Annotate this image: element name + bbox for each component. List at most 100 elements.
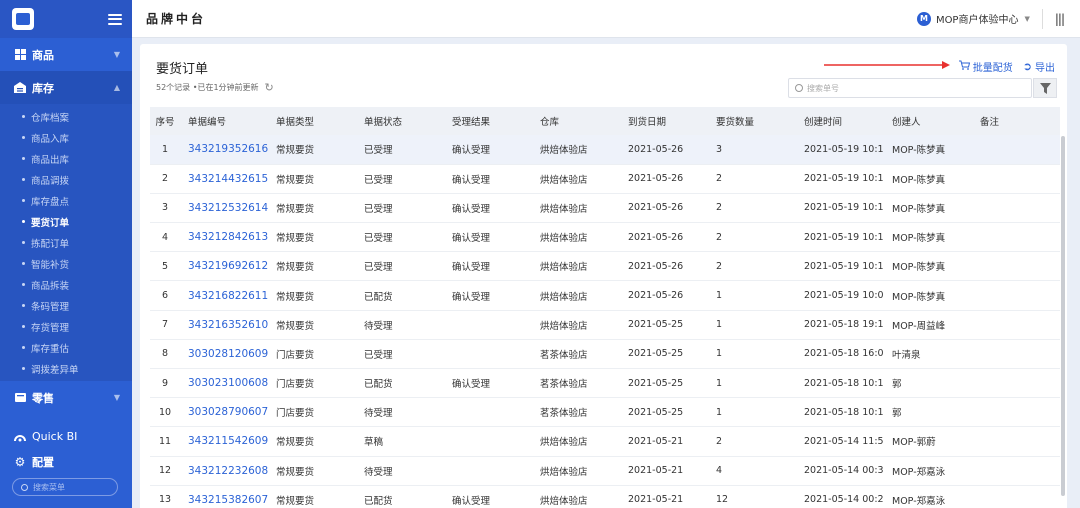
table-row[interactable]: 7 343216352610 常规要货 待受理 烘焙体验店 2021-05-25 1 2021… (150, 310, 1060, 340)
table-row[interactable]: 5 343219692612 常规要货 已受理 确认受理 烘焙体验店 2021-05-26 2… (150, 251, 1060, 282)
order-number-link[interactable]: 343212532614 (180, 193, 268, 224)
order-number-link[interactable]: 303028790607 (180, 397, 268, 428)
table-cell: 12 (708, 485, 796, 508)
column-header: 受理结果 (444, 107, 532, 135)
table-scrollbar[interactable] (1061, 136, 1065, 496)
sidebar-item-label: 仓库档案 (31, 112, 70, 124)
table-row[interactable]: 1 343219352616 常规要货 已受理 确认受理 烘焙体验店 2021-05-26 3… (150, 135, 1060, 165)
sidebar-item-label: 调拨差异单 (31, 364, 79, 376)
table-cell: 2021-05-18 10:10.. (796, 397, 884, 428)
table-row[interactable]: 12 343212232608 常规要货 待受理 烘焙体验店 2021-05-21 4 202… (150, 456, 1060, 486)
order-number-link[interactable]: 343212232608 (180, 456, 268, 486)
sidebar-group-inventory[interactable]: 库存 ▲ (0, 71, 132, 104)
table-cell (972, 426, 1060, 457)
sidebar-item-warehouse-archive[interactable]: 仓库档案 (0, 106, 132, 127)
order-number-link[interactable]: 343216822611 (180, 280, 268, 311)
batch-allocate-button[interactable]: 批量配货 (958, 59, 1013, 74)
sidebar-group-goods[interactable]: 商品 ▼ (0, 38, 132, 71)
order-number-link[interactable]: 343216352610 (180, 310, 268, 340)
table-cell (972, 280, 1060, 311)
order-number-link[interactable]: 343219692612 (180, 251, 268, 282)
order-number-link[interactable]: 303028120609 (180, 339, 268, 370)
sidebar-item-label: 存货管理 (31, 322, 70, 334)
sidebar-item-goods-transfer[interactable]: 商品调拨 (0, 169, 132, 190)
sidebar-item-label: 商品入库 (31, 133, 70, 145)
table-cell: 常规要货 (268, 222, 356, 253)
column-header: 到货日期 (620, 107, 708, 135)
grid-icon (14, 49, 26, 61)
sidebar-item-stock-mgmt[interactable]: 存货管理 (0, 316, 132, 337)
sidebar-group-retail[interactable]: 零售 ▼ (0, 381, 132, 414)
table-cell: 烘焙体验店 (532, 251, 620, 282)
sidebar-item-label: 智能补货 (31, 259, 70, 271)
sidebar-item-stock-revaluation[interactable]: 库存重估 (0, 337, 132, 358)
user-menu[interactable]: M MOP商户体验中心 ▼ (916, 11, 1030, 26)
record-count-text: 52个记录 •已在1分钟前更新 (156, 83, 259, 92)
sidebar-search-input[interactable]: 搜索菜单 (12, 478, 118, 496)
table-cell: 确认受理 (444, 193, 532, 224)
order-number-link[interactable]: 303023100608 (180, 368, 268, 399)
inventory-submenu: 仓库档案 商品入库 商品出库 商品调拨 库存盘点 要货订单 拣配订单 智能补货 … (0, 104, 132, 381)
table-row[interactable]: 3 343212532614 常规要货 已受理 确认受理 烘焙体验店 2021-05-26 2… (150, 193, 1060, 224)
chevron-up-icon: ▲ (113, 83, 120, 92)
table-cell: 烘焙体验店 (532, 135, 620, 165)
filter-button[interactable] (1033, 78, 1057, 98)
table-cell: 10 (150, 397, 180, 428)
search-placeholder: 搜索单号 (807, 83, 839, 93)
table-cell: 已受理 (356, 164, 444, 194)
sidebar-item-goods-outbound[interactable]: 商品出库 (0, 148, 132, 169)
table-cell (972, 397, 1060, 428)
columns-icon[interactable]: ||| (1055, 12, 1065, 26)
sidebar-item-barcode-mgmt[interactable]: 条码管理 (0, 295, 132, 316)
order-number-link[interactable]: 343215382607 (180, 485, 268, 508)
table-cell: MOP-陈梦真 (884, 135, 972, 165)
sidebar-item-picking-orders[interactable]: 拣配订单 (0, 232, 132, 253)
table-cell (444, 397, 532, 428)
sidebar-group-config[interactable]: ⚙ 配置 (0, 445, 132, 478)
order-number-link[interactable]: 343212842613 (180, 222, 268, 253)
table-cell: 3 (708, 135, 796, 165)
table-row[interactable]: 9 303023100608 门店要货 已配货 确认受理 茗茶体验店 2021-05-25 1… (150, 368, 1060, 399)
hamburger-menu-icon[interactable] (108, 13, 122, 25)
sidebar-header (0, 0, 132, 38)
table-cell: MOP-周益峰 (884, 310, 972, 340)
table-cell: 2 (708, 164, 796, 194)
app-logo[interactable] (12, 8, 34, 30)
sidebar-item-transfer-variance[interactable]: 调拨差异单 (0, 358, 132, 379)
table-row[interactable]: 10 303028790607 门店要货 待受理 茗茶体验店 2021-05-25 1 202… (150, 397, 1060, 428)
table-cell: 待受理 (356, 310, 444, 340)
table-cell: 1 (708, 368, 796, 399)
sidebar-item-label: 库存盘点 (31, 196, 70, 208)
sidebar-item-stocktake[interactable]: 库存盘点 (0, 190, 132, 211)
order-number-link[interactable]: 343211542609 (180, 426, 268, 457)
sidebar-item-goods-assembly[interactable]: 商品拆装 (0, 274, 132, 295)
top-bar: 品牌中台 M MOP商户体验中心 ▼ ||| (132, 0, 1080, 38)
table-cell: 2021-05-26 (620, 193, 708, 224)
sidebar-item-label: 商品拆装 (31, 280, 70, 292)
export-button[interactable]: ➲ 导出 (1023, 59, 1055, 74)
table-cell: 3 (150, 193, 180, 224)
sidebar-item-label: 要货订单 (31, 217, 70, 229)
table-cell (972, 368, 1060, 399)
order-search-input[interactable]: 搜索单号 (788, 78, 1032, 98)
order-number-link[interactable]: 343214432615 (180, 164, 268, 194)
table-cell: 门店要货 (268, 397, 356, 428)
table-row[interactable]: 2 343214432615 常规要货 已受理 确认受理 烘焙体验店 2021-05-26 2… (150, 164, 1060, 194)
table-row[interactable]: 6 343216822611 常规要货 已配货 确认受理 烘焙体验店 2021-05-26 1… (150, 280, 1060, 311)
table-row[interactable]: 8 303028120609 门店要货 已受理 茗茶体验店 2021-05-25 1 2021… (150, 339, 1060, 370)
sidebar-item-smart-replenish[interactable]: 智能补货 (0, 253, 132, 274)
table-cell: MOP-陈梦真 (884, 193, 972, 224)
table-cell: MOP-郭蔚 (884, 426, 972, 457)
order-number-link[interactable]: 343219352616 (180, 135, 268, 165)
sidebar-item-goods-inbound[interactable]: 商品入库 (0, 127, 132, 148)
sidebar-item-requisition-orders[interactable]: 要货订单 (0, 211, 132, 232)
table-cell: 2021-05-25 (620, 339, 708, 370)
table-cell: 已受理 (356, 339, 444, 370)
table-row[interactable]: 4 343212842613 常规要货 已受理 确认受理 烘焙体验店 2021-05-26 2… (150, 222, 1060, 253)
table-row[interactable]: 13 343215382607 常规要货 已配货 确认受理 烘焙体验店 2021-05-21… (150, 485, 1060, 508)
table-cell: 2 (708, 251, 796, 282)
table-cell: 13 (150, 485, 180, 508)
refresh-icon[interactable]: ↻ (265, 81, 274, 94)
table-cell: 烘焙体验店 (532, 456, 620, 486)
table-row[interactable]: 11 343211542609 常规要货 草稿 烘焙体验店 2021-05-21 2 2021… (150, 426, 1060, 457)
